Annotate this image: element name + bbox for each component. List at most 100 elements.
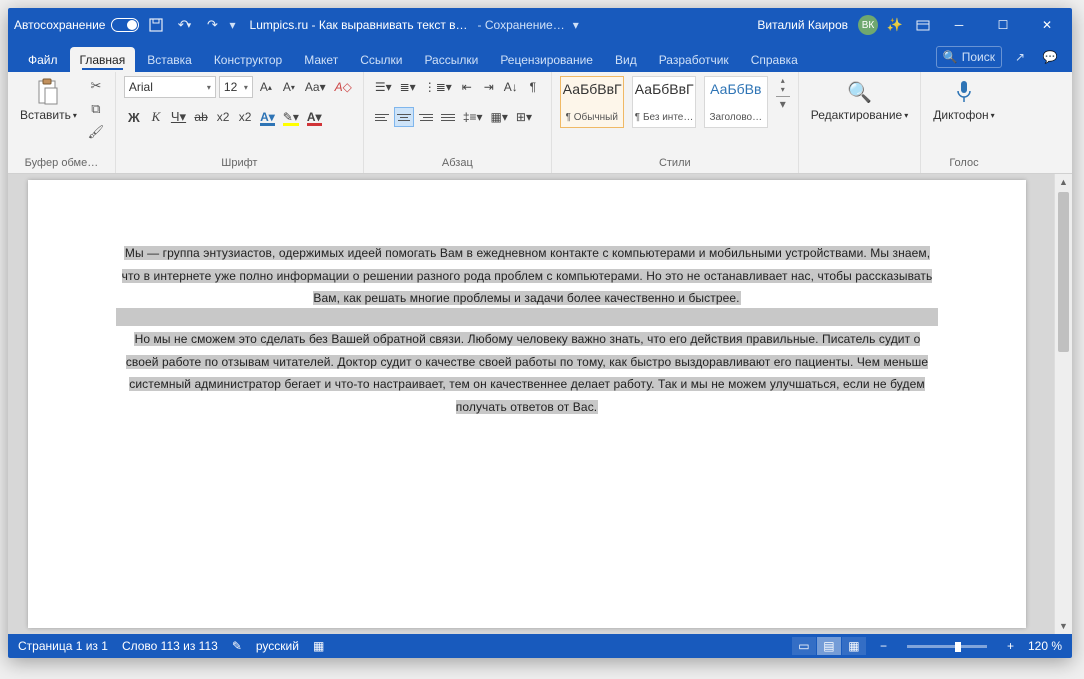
autosave-toggle[interactable]	[111, 18, 139, 32]
line-spacing-icon[interactable]: ‡≡▾	[460, 106, 486, 128]
superscript-button[interactable]: x2	[235, 106, 255, 128]
showhide-icon[interactable]: ¶	[523, 76, 543, 98]
ribbon: Вставить▾ ✂ ⧉ 🖌 Буфер обме… Arial▾ 12▾ A…	[8, 72, 1072, 174]
group-font: Arial▾ 12▾ A▴ A▾ Aa▾ A◇ Ж К Ч▾ ab x2 x2 …	[116, 72, 364, 173]
user-name[interactable]: Виталий Каиров	[757, 18, 848, 32]
change-case-icon[interactable]: Aa▾	[302, 76, 329, 98]
titlebar: Автосохранение ↶▾ ↷ ▾ Lumpics.ru - Как в…	[8, 8, 1072, 42]
strike-button[interactable]: ab	[191, 106, 211, 128]
scroll-thumb[interactable]	[1058, 192, 1069, 352]
search-box[interactable]: 🔍 Поиск	[936, 46, 1002, 68]
group-editing: 🔍 Редактирование▾	[799, 72, 921, 173]
document-title: Lumpics.ru - Как выравнивать текст в…	[250, 18, 468, 32]
ribbon-display-icon[interactable]	[912, 14, 934, 36]
tab-file[interactable]: Файл	[18, 47, 68, 72]
style-normal[interactable]: АаБбВвГ ¶ Обычный	[560, 76, 624, 128]
format-painter-icon[interactable]: 🖌	[85, 122, 107, 142]
font-label: Шрифт	[124, 155, 355, 171]
align-center-button[interactable]	[394, 107, 414, 127]
autosave-group: Автосохранение	[14, 18, 139, 32]
save-icon[interactable]	[145, 14, 167, 36]
italic-button[interactable]: К	[146, 106, 166, 128]
status-language[interactable]: русский	[256, 639, 299, 653]
font-name-combo[interactable]: Arial▾	[124, 76, 216, 98]
scroll-down-icon[interactable]: ▼	[1055, 618, 1072, 634]
grow-font-icon[interactable]: A▴	[256, 76, 276, 98]
paragraph-1[interactable]: Мы — группа энтузиастов, одержимых идеей…	[122, 246, 933, 305]
underline-button[interactable]: Ч▾	[168, 106, 189, 128]
clear-format-icon[interactable]: A◇	[332, 76, 355, 98]
shading-icon[interactable]: ▦▾	[488, 106, 511, 128]
page[interactable]: Мы — группа энтузиастов, одержимых идеей…	[28, 180, 1026, 628]
scroll-up-icon[interactable]: ▲	[1055, 174, 1072, 190]
tab-developer[interactable]: Разработчик	[649, 47, 739, 72]
outdent-icon[interactable]: ⇤	[457, 76, 477, 98]
zoom-in-button[interactable]: +	[1007, 639, 1014, 653]
highlight-icon[interactable]: ✎▾	[280, 106, 302, 128]
read-mode-icon[interactable]: ▭	[792, 637, 816, 655]
sort-icon[interactable]: A↓	[501, 76, 521, 98]
user-avatar[interactable]: ВК	[858, 15, 878, 35]
indent-icon[interactable]: ⇥	[479, 76, 499, 98]
tab-insert[interactable]: Вставка	[137, 47, 202, 72]
ribbon-tabs: Файл Главная Вставка Конструктор Макет С…	[8, 42, 1072, 72]
font-color-icon[interactable]: A▾	[304, 106, 325, 128]
dictate-button[interactable]: Диктофон▾	[929, 76, 998, 124]
tab-design[interactable]: Конструктор	[204, 47, 292, 72]
undo-icon[interactable]: ↶▾	[173, 14, 195, 36]
multilevel-icon[interactable]: ⋮≣▾	[421, 76, 455, 98]
justify-button[interactable]	[438, 107, 458, 127]
tab-help[interactable]: Справка	[741, 47, 808, 72]
tab-review[interactable]: Рецензирование	[490, 47, 603, 72]
shrink-font-icon[interactable]: A▾	[279, 76, 299, 98]
status-page[interactable]: Страница 1 из 1	[18, 639, 108, 653]
bullets-icon[interactable]: ☰▾	[372, 76, 395, 98]
style-heading1[interactable]: АаБбВв Заголово…	[704, 76, 768, 128]
styles-label: Стили	[560, 155, 790, 171]
tab-references[interactable]: Ссылки	[350, 47, 412, 72]
redo-icon[interactable]: ↷	[201, 14, 223, 36]
subscript-button[interactable]: x2	[213, 106, 233, 128]
paragraph-2[interactable]: Но мы не сможем это сделать без Вашей об…	[126, 332, 928, 414]
align-left-button[interactable]	[372, 107, 392, 127]
font-size-combo[interactable]: 12▾	[219, 76, 253, 98]
bold-button[interactable]: Ж	[124, 106, 144, 128]
zoom-slider[interactable]	[907, 645, 987, 648]
document-area: Мы — группа энтузиастов, одержимых идеей…	[8, 174, 1072, 634]
status-words[interactable]: Слово 113 из 113	[122, 639, 218, 653]
status-bar: Страница 1 из 1 Слово 113 из 113 ✎ русск…	[8, 634, 1072, 658]
paste-button[interactable]: Вставить▾	[16, 76, 81, 124]
share-icon[interactable]: ↗	[1008, 46, 1032, 68]
print-layout-icon[interactable]: ▤	[817, 637, 841, 655]
copy-icon[interactable]: ⧉	[85, 99, 107, 119]
numbering-icon[interactable]: ≣▾	[397, 76, 419, 98]
spellcheck-icon[interactable]: ✎	[232, 639, 242, 653]
styles-more-icon[interactable]: ▴▾▾	[776, 76, 790, 111]
tab-home[interactable]: Главная	[70, 47, 136, 72]
macro-icon[interactable]: ▦	[313, 639, 324, 653]
document-text[interactable]: Мы — группа энтузиастов, одержимых идеей…	[116, 240, 938, 417]
minimize-button[interactable]: ─	[940, 8, 978, 42]
borders-icon[interactable]: ⊞▾	[513, 106, 535, 128]
web-layout-icon[interactable]: ▦	[842, 637, 866, 655]
paragraph-label: Абзац	[372, 155, 543, 171]
tab-view[interactable]: Вид	[605, 47, 647, 72]
voice-label: Голос	[929, 155, 998, 171]
find-icon: 🔍	[845, 78, 875, 106]
upcoming-icon[interactable]: ✨	[884, 14, 906, 36]
close-button[interactable]: ✕	[1028, 8, 1066, 42]
view-buttons: ▭ ▤ ▦	[792, 637, 866, 655]
zoom-level[interactable]: 120 %	[1028, 639, 1062, 653]
zoom-out-button[interactable]: −	[880, 639, 887, 653]
cut-icon[interactable]: ✂	[85, 76, 107, 96]
align-right-button[interactable]	[416, 107, 436, 127]
group-paragraph: ☰▾ ≣▾ ⋮≣▾ ⇤ ⇥ A↓ ¶ ‡≡▾ ▦▾ ⊞▾	[364, 72, 552, 173]
vertical-scrollbar[interactable]: ▲ ▼	[1054, 174, 1072, 634]
editing-button[interactable]: 🔍 Редактирование▾	[807, 76, 912, 124]
text-effects-icon[interactable]: A▾	[257, 106, 278, 128]
maximize-button[interactable]: ☐	[984, 8, 1022, 42]
comments-icon[interactable]: 💬	[1038, 46, 1062, 68]
tab-mailings[interactable]: Рассылки	[414, 47, 488, 72]
style-nospacing[interactable]: АаБбВвГ ¶ Без инте…	[632, 76, 696, 128]
tab-layout[interactable]: Макет	[294, 47, 348, 72]
